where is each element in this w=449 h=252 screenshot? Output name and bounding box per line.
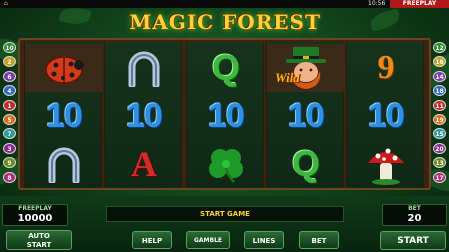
help-button[interactable]: HELP: [132, 231, 172, 249]
symbol-leprechaun-wild: Wild: [267, 44, 345, 92]
symbol-ten: 10: [368, 96, 405, 135]
lines-button[interactable]: LINES: [244, 231, 284, 249]
line-button-15[interactable]: 15: [433, 128, 446, 140]
reel-5: 9 10: [346, 42, 424, 188]
line-button-13[interactable]: 13: [433, 157, 446, 169]
symbol-ten: 10: [126, 96, 163, 135]
line-button-14[interactable]: 14: [433, 70, 446, 82]
line-button-11[interactable]: 11: [433, 99, 446, 111]
mushroom-icon: [368, 148, 404, 185]
status-bar: ⌂ 10:56 FREEPLAY: [0, 0, 449, 8]
reel-1: 10: [24, 42, 103, 188]
clock: 10:56: [368, 0, 386, 7]
line-button-7[interactable]: 7: [3, 128, 16, 140]
game-title: MAGIC FOREST: [129, 10, 321, 34]
mode-badge: FREEPLAY: [390, 0, 449, 8]
symbol-queen: Q: [211, 47, 240, 88]
freeplay-display: FREEPLAY 10000: [2, 204, 68, 226]
reel-3: Q 10: [186, 42, 264, 188]
clover-icon: [209, 149, 243, 183]
line-button-18[interactable]: 18: [433, 85, 446, 97]
line-button-1[interactable]: 1: [3, 99, 16, 111]
message-display: START GAME: [106, 206, 344, 222]
symbol-ace: A: [131, 144, 157, 184]
symbol-ladybug: [25, 44, 103, 92]
game-screen: ⌂ 10:56 FREEPLAY MAGIC FOREST 10 10 A Q …: [0, 0, 449, 252]
autostart-label-line2: START: [26, 241, 52, 249]
bet-value: 20: [407, 213, 422, 224]
autostart-label-line1: AUTO: [28, 232, 50, 240]
symbol-ten: 10: [288, 96, 325, 135]
symbol-horseshoe: [25, 140, 103, 188]
horseshoe-icon: [48, 147, 80, 183]
symbol-nine: 9: [377, 49, 395, 86]
wild-label: Wild: [275, 70, 300, 85]
reel-4: Wild 10 Q: [266, 42, 345, 188]
line-button-20[interactable]: 20: [433, 142, 446, 154]
symbol-clover: [187, 140, 265, 188]
start-button[interactable]: START: [380, 231, 446, 250]
freeplay-value: 10000: [17, 213, 53, 224]
bet-label: BET: [408, 205, 421, 212]
line-button-4[interactable]: 4: [3, 85, 16, 97]
bet-display: BET 20: [382, 204, 447, 226]
gamble-button[interactable]: GAMBLE: [186, 231, 230, 249]
symbol-mushroom: [347, 140, 425, 188]
line-button-10[interactable]: 10: [3, 42, 16, 53]
freeplay-label: FREEPLAY: [18, 205, 52, 212]
line-button-8[interactable]: 8: [3, 171, 16, 183]
home-icon[interactable]: ⌂: [4, 0, 8, 8]
reel-2: 10 A: [104, 42, 182, 188]
ladybug-icon: [45, 56, 84, 84]
line-button-17[interactable]: 17: [433, 171, 446, 183]
symbol-ten: 10: [208, 96, 245, 135]
line-button-5[interactable]: 5: [3, 114, 16, 125]
bet-button[interactable]: BET: [299, 231, 339, 249]
line-button-2[interactable]: 2: [3, 56, 16, 68]
line-button-6[interactable]: 6: [3, 70, 16, 82]
symbol-ten: 10: [46, 96, 83, 135]
horseshoe-icon: [128, 51, 160, 87]
autostart-button[interactable]: AUTO START: [6, 230, 72, 250]
line-button-12[interactable]: 12: [433, 42, 446, 53]
symbol-horseshoe: [105, 44, 183, 92]
line-button-3[interactable]: 3: [3, 142, 16, 154]
symbol-queen: Q: [291, 143, 320, 184]
line-button-19[interactable]: 19: [433, 114, 446, 125]
